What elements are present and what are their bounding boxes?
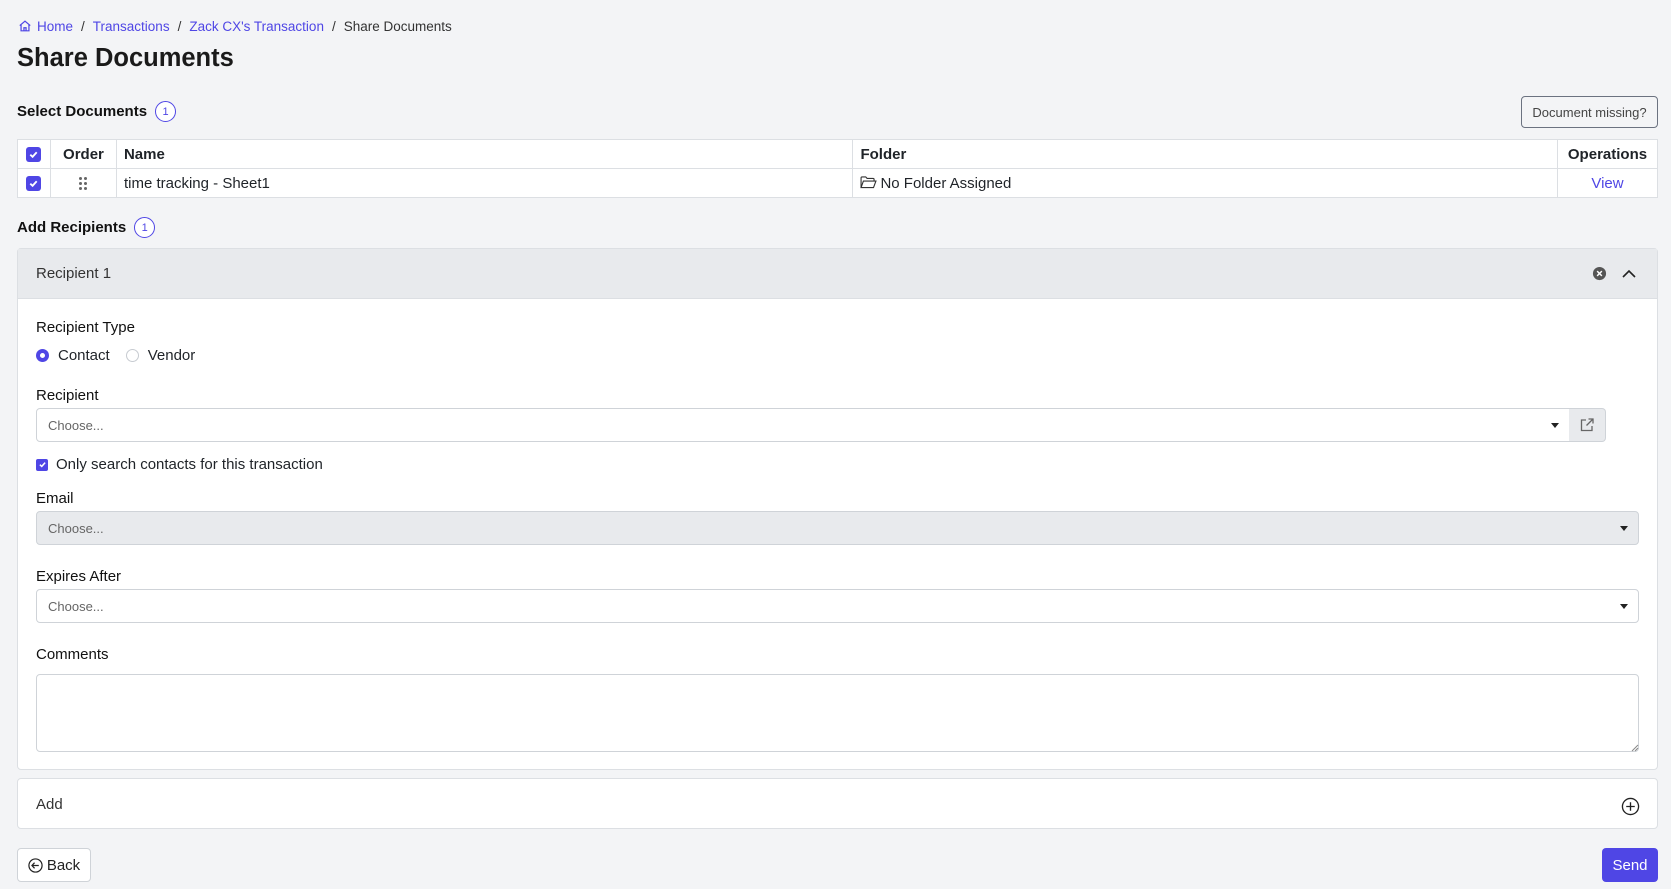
email-select[interactable]: Choose...: [36, 511, 1639, 545]
drag-grip-icon[interactable]: [79, 177, 88, 191]
view-document-link[interactable]: View: [1591, 175, 1623, 192]
resize-grip-icon[interactable]: [1631, 744, 1639, 752]
row-folder-label: No Folder Assigned: [880, 174, 1012, 192]
only-search-contacts-label[interactable]: Only search contacts for this transactio…: [56, 456, 323, 473]
documents-table: Order Name Folder Operations time tracki…: [17, 139, 1659, 198]
add-recipient-label: Add: [36, 796, 63, 813]
vendor-radio[interactable]: [125, 349, 139, 362]
select-documents-title: Select Documents: [17, 103, 148, 120]
recipient-select[interactable]: Choose...: [36, 408, 1570, 442]
add-recipients-title: Add Recipients: [17, 219, 127, 236]
caret-down-icon: [1620, 604, 1628, 609]
breadcrumb-separator: /: [81, 18, 85, 34]
select-documents-heading: Select Documents 1: [17, 101, 177, 122]
send-button[interactable]: Send: [1602, 848, 1658, 882]
table-row: time tracking - Sheet1 No Folder Assigne…: [17, 168, 1659, 198]
row-folder-cell: No Folder Assigned: [852, 168, 1558, 198]
recipient-panel: Recipient 1 Recipient Type Contact Vendo…: [17, 248, 1658, 770]
column-header-folder[interactable]: Folder: [852, 139, 1558, 169]
column-header-operations: Operations: [1556, 139, 1659, 169]
row-name-cell: time tracking - Sheet1: [115, 168, 854, 198]
contact-radio-label[interactable]: Contact: [58, 347, 110, 364]
comments-textarea[interactable]: [36, 674, 1639, 752]
breadcrumb-transaction[interactable]: Zack CX's Transaction: [189, 19, 324, 34]
breadcrumb-home-label: Home: [37, 18, 74, 34]
recipient-select-placeholder: Choose...: [48, 417, 104, 433]
recipient-type-group: Contact Vendor: [36, 347, 211, 364]
row-select-cell: [17, 168, 51, 198]
back-button-label: Back: [46, 856, 81, 874]
breadcrumb-current: Share Documents: [343, 18, 452, 34]
contact-radio[interactable]: [36, 349, 49, 362]
add-recipient-panel[interactable]: Add: [17, 778, 1658, 829]
select-all-cell: [17, 139, 51, 169]
expires-after-select-placeholder: Choose...: [48, 598, 104, 614]
recipient-panel-title: Recipient 1: [36, 265, 112, 282]
document-missing-button[interactable]: Document missing?: [1521, 96, 1658, 128]
recipient-panel-header[interactable]: Recipient 1: [18, 249, 1657, 299]
breadcrumb-transactions[interactable]: Transactions: [93, 19, 170, 34]
close-circle-icon[interactable]: [1592, 266, 1607, 281]
row-order-cell: [49, 168, 117, 198]
column-header-name[interactable]: Name: [115, 139, 854, 169]
breadcrumb-home[interactable]: Home: [18, 19, 73, 34]
breadcrumb: Home / Transactions / Zack CX's Transact…: [18, 16, 452, 36]
page-title: Share Documents: [17, 44, 234, 72]
table-header-row: Order Name Folder Operations: [17, 139, 1659, 169]
plus-circle-icon[interactable]: [1621, 797, 1640, 816]
recipient-type-label: Recipient Type: [36, 319, 135, 336]
expires-after-label: Expires After: [36, 568, 122, 585]
external-link-icon: [1580, 418, 1594, 432]
vendor-radio-label[interactable]: Vendor: [148, 347, 196, 364]
arrow-left-circle-icon: [28, 857, 43, 873]
email-label: Email: [36, 490, 74, 507]
chevron-up-icon[interactable]: [1621, 266, 1637, 282]
caret-down-icon: [1551, 423, 1559, 428]
row-checkbox[interactable]: [26, 176, 42, 192]
only-search-contacts-option[interactable]: Only search contacts for this transactio…: [36, 456, 323, 473]
folder-open-icon: [860, 175, 878, 188]
external-link-button[interactable]: [1569, 408, 1606, 442]
comments-label: Comments: [36, 646, 109, 663]
email-select-placeholder: Choose...: [48, 520, 104, 536]
expires-after-select[interactable]: Choose...: [36, 589, 1639, 623]
add-recipients-heading: Add Recipients 1: [17, 217, 156, 238]
breadcrumb-separator: /: [177, 18, 182, 34]
breadcrumb-separator: /: [331, 18, 336, 34]
document-count-badge: 1: [155, 101, 177, 122]
caret-down-icon: [1620, 526, 1628, 531]
select-all-checkbox[interactable]: [26, 147, 42, 163]
column-header-order[interactable]: Order: [49, 139, 117, 169]
only-search-contacts-checkbox[interactable]: [36, 458, 48, 471]
recipient-label: Recipient: [36, 387, 99, 404]
back-button[interactable]: Back: [17, 848, 91, 882]
recipient-count-badge: 1: [134, 217, 156, 238]
row-operations-cell: View: [1556, 168, 1659, 198]
home-icon: [19, 20, 31, 32]
